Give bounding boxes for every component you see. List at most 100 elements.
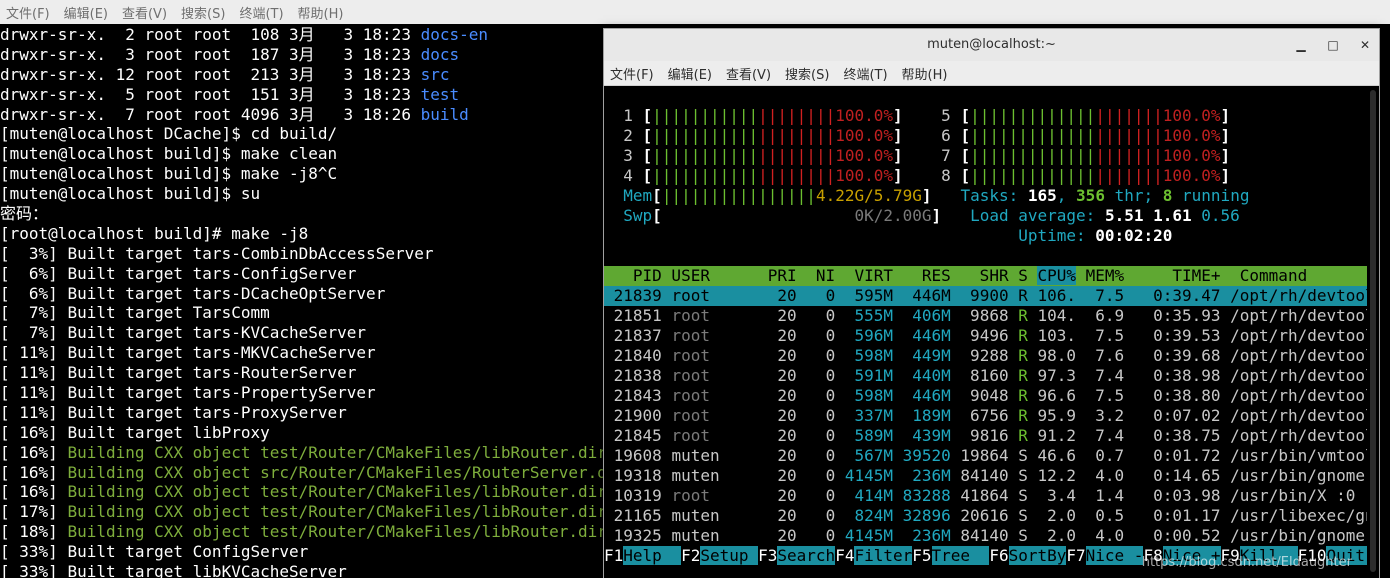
uptime-row: Uptime: 00:02:20	[604, 226, 1368, 246]
process-row[interactable]: 21851 root 20 0 555M 406M 9868 R 104. 6.…	[604, 306, 1368, 326]
terminal-window[interactable]: muten@localhost:~ ▁ □ ✕ 文件(F) 编辑(E) 查看(V) 搜…	[603, 28, 1380, 578]
process-row[interactable]: 21165 muten 20 0 824M 32896 20616 S 2.0 …	[604, 506, 1368, 526]
column-header-cpu[interactable]: CPU%	[1037, 266, 1077, 285]
process-command: /opt/rh/devtools	[1230, 346, 1368, 365]
window-menu-item[interactable]: 文件(F)	[610, 64, 654, 83]
meter-bracket: ]	[1220, 106, 1231, 125]
process-state: R	[1018, 426, 1038, 445]
process-user: root	[671, 286, 768, 305]
function-key[interactable]: F1	[604, 546, 624, 565]
function-key[interactable]: F4	[835, 546, 855, 565]
function-key-label[interactable]: Nice -	[1085, 546, 1144, 565]
process-user: root	[671, 366, 768, 385]
top-menu-item[interactable]: 编辑(E)	[64, 3, 108, 22]
process-cpu: 91.2	[1037, 426, 1086, 445]
window-menu-item[interactable]: 搜索(S)	[785, 64, 829, 83]
window-menu-item[interactable]: 编辑(E)	[668, 64, 712, 83]
minimize-button[interactable]: ▁	[1295, 29, 1307, 61]
window-menu-item[interactable]: 查看(V)	[726, 64, 771, 83]
build-percent: [ 7%]	[0, 323, 68, 343]
window-menu-item[interactable]: 帮助(H)	[902, 64, 948, 83]
build-message: Built target tars-PropertyServer	[67, 383, 376, 403]
process-ni: 0	[806, 366, 845, 385]
process-pri: 20	[767, 286, 807, 305]
process-res: 83288	[902, 486, 961, 505]
function-key-label[interactable]: Search	[777, 546, 836, 565]
top-menu-item[interactable]: 查看(V)	[122, 3, 167, 22]
process-time: 0:39.47	[1133, 286, 1231, 305]
window-titlebar[interactable]: muten@localhost:~ ▁ □ ✕	[604, 29, 1379, 61]
function-key-label[interactable]: SortBy	[1008, 546, 1067, 565]
cpu-bar-kernel: ||||||||	[758, 146, 836, 165]
process-ni: 0	[806, 466, 845, 485]
function-key-label[interactable]: Setup	[700, 546, 759, 565]
process-row[interactable]: 19325 muten 20 0 4145M 236M 84140 S 2.0 …	[604, 526, 1368, 546]
top-menu-item[interactable]: 帮助(H)	[298, 3, 344, 22]
window-scrollbar[interactable]	[1367, 86, 1379, 577]
process-state: R	[1018, 346, 1038, 365]
scrollbar-thumb[interactable]	[1370, 90, 1376, 572]
function-key[interactable]: F5	[912, 546, 932, 565]
function-key[interactable]: F3	[758, 546, 778, 565]
process-row[interactable]: 21840 root 20 0 598M 449M 9288 R 98.0 7.…	[604, 346, 1368, 366]
process-pid: 21840	[604, 346, 672, 365]
process-shr: 9496	[960, 326, 1019, 345]
dir-name: docs	[420, 44, 460, 64]
function-key-label[interactable]: Help	[623, 546, 682, 565]
column-headers[interactable]: PID USER PRI NI VIRT RES SHR S	[604, 266, 1037, 285]
process-table-header: PID USER PRI NI VIRT RES SHR S CPU% MEM%…	[604, 266, 1368, 286]
process-row[interactable]: 21843 root 20 0 598M 446M 9048 R 96.6 7.…	[604, 386, 1368, 406]
function-key-label[interactable]: Tree	[931, 546, 990, 565]
dir-name: src	[420, 64, 450, 84]
function-key[interactable]: F7	[1066, 546, 1086, 565]
window-menu-item[interactable]: 终端(T)	[843, 64, 887, 83]
uptime-spacer	[604, 226, 989, 245]
process-row[interactable]: 21845 root 20 0 589M 439M 9816 R 91.2 7.…	[604, 426, 1368, 446]
process-row[interactable]: 21839 root 20 0 595M 446M 9900 R 106. 7.…	[604, 286, 1368, 306]
swap-meter-row: Swp[ 0K/2.00G] Load average: 5.51 1.61 0…	[604, 206, 1368, 226]
top-menu-item[interactable]: 搜索(S)	[181, 3, 225, 22]
function-key-label[interactable]: Filter	[854, 546, 913, 565]
process-mem: 4.0	[1085, 466, 1134, 485]
process-virt: 824M	[844, 506, 903, 525]
htop-view[interactable]: 1 [|||||||||||||||||||100.0%] 5 [|||||||…	[604, 86, 1368, 577]
build-output-line: [ 3%] Built target tars-CombinDbAccessSe…	[0, 244, 605, 264]
process-cpu: 106.	[1037, 286, 1086, 305]
top-menu-item[interactable]: 文件(F)	[6, 3, 50, 22]
close-button[interactable]: ✕	[1359, 29, 1371, 61]
build-percent: [ 16%]	[0, 442, 68, 462]
process-user: root	[671, 326, 768, 345]
function-key[interactable]: F6	[989, 546, 1009, 565]
process-shr: 19864	[960, 446, 1019, 465]
cpu-label: 3	[604, 146, 643, 165]
process-virt: 567M	[844, 446, 903, 465]
cpu-percent: 100.0%	[1162, 126, 1221, 145]
process-shr: 9816	[960, 426, 1019, 445]
process-row[interactable]: 21900 root 20 0 337M 189M 6756 R 95.9 3.…	[604, 406, 1368, 426]
build-output-line: [ 6%] Built target tars-ConfigServer	[0, 264, 605, 284]
process-pid: 10319	[604, 486, 672, 505]
function-key[interactable]: F2	[681, 546, 701, 565]
column-headers-rest[interactable]: MEM% TIME+ Command	[1076, 266, 1368, 285]
shell-command-line: [muten@localhost build]$ make clean	[0, 144, 338, 164]
process-res: 236M	[902, 526, 961, 545]
build-message: Building CXX object src/Router/CMakeFile…	[67, 462, 605, 482]
process-time: 0:39.68	[1133, 346, 1231, 365]
process-row[interactable]: 21837 root 20 0 596M 446M 9496 R 103. 7.…	[604, 326, 1368, 346]
process-mem: 7.5	[1085, 286, 1134, 305]
process-row[interactable]: 19318 muten 20 0 4145M 236M 84140 S 12.2…	[604, 466, 1368, 486]
process-row[interactable]: 19608 muten 20 0 567M 39520 19864 S 46.6…	[604, 446, 1368, 466]
process-state: S	[1018, 446, 1038, 465]
process-cpu: 104.	[1037, 306, 1086, 325]
process-mem: 1.4	[1085, 486, 1134, 505]
background-terminal[interactable]: drwxr-sr-x. 2 root root 108 3月 3 18:23 d…	[0, 25, 605, 578]
process-ni: 0	[806, 446, 845, 465]
dir-listing-row: drwxr-sr-x. 7 root root 4096 3月 3 18:26 …	[0, 105, 605, 125]
load-1: 5.51	[1104, 206, 1154, 225]
cpu-bar-kernel: |||||||	[1095, 106, 1163, 125]
maximize-button[interactable]: □	[1327, 29, 1339, 61]
process-row[interactable]: 10319 root 20 0 414M 83288 41864 S 3.4 1…	[604, 486, 1368, 506]
cpu-bar-kernel: ||||||||	[758, 166, 836, 185]
process-row[interactable]: 21838 root 20 0 591M 440M 8160 R 97.3 7.…	[604, 366, 1368, 386]
top-menu-item[interactable]: 终端(T)	[239, 3, 283, 22]
